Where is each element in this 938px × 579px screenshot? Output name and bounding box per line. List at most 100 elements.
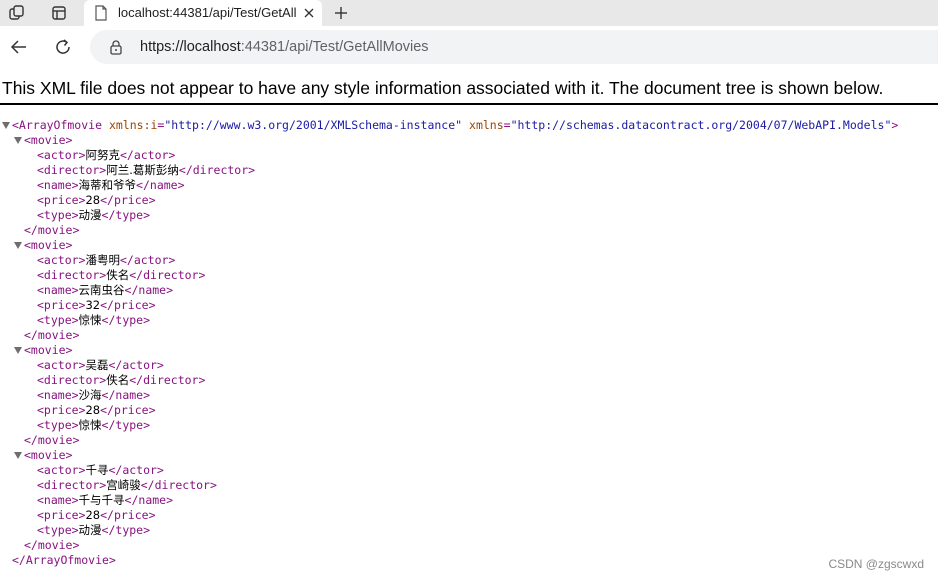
xml-field-value: 28 — [85, 403, 101, 417]
tab-actions-button[interactable] — [42, 0, 76, 26]
url-path: :44381/api/Test/GetAllMovies — [240, 39, 429, 55]
xml-field-value: 吴磊 — [85, 358, 109, 372]
new-tab-button[interactable] — [324, 0, 358, 26]
workspaces-button[interactable] — [0, 0, 34, 26]
xml-field-value: 28 — [85, 193, 101, 207]
xml-tag: <name> — [37, 493, 79, 507]
xml-tag: </type> — [101, 208, 151, 222]
address-bar[interactable]: https://localhost:44381/api/Test/GetAllM… — [90, 30, 938, 64]
xml-movie-open: <movie> — [0, 133, 938, 148]
xml-tag: </name> — [101, 388, 151, 402]
xml-tag: <price> — [37, 193, 86, 207]
xml-field-price: <price>28</price> — [0, 193, 938, 208]
xml-movie-close: </movie> — [0, 433, 938, 448]
xml-tag: <actor> — [37, 253, 86, 267]
xml-tag: <type> — [37, 523, 79, 537]
movie-collapse-triangle[interactable] — [14, 347, 22, 354]
xml-tag: </movie> — [24, 538, 80, 552]
root-collapse-triangle[interactable] — [2, 122, 10, 129]
xml-field-value: 32 — [85, 298, 101, 312]
xml-tag: <actor> — [37, 358, 86, 372]
xml-tag: <ArrayOfmovie — [12, 118, 103, 132]
xml-field-value: 云南虫谷 — [78, 283, 125, 297]
xml-movie-open: <movie> — [0, 343, 938, 358]
xml-tag: </price> — [100, 193, 156, 207]
xml-field-type: <type>动漫</type> — [0, 523, 938, 538]
xml-tag: </ArrayOfmovie> — [12, 553, 116, 567]
xml-field-name: <name>云南虫谷</name> — [0, 283, 938, 298]
xml-attr-name: xmlns:i — [108, 118, 158, 132]
xml-tag: </actor> — [108, 463, 164, 477]
xml-field-value: 佚名 — [106, 373, 130, 387]
xml-tag: </actor> — [108, 358, 164, 372]
page-icon — [95, 5, 107, 21]
xml-tag: </type> — [101, 313, 151, 327]
xml-attr-value: "http://www.w3.org/2001/XMLSchema-instan… — [164, 118, 463, 132]
xml-field-value: 惊悚 — [78, 313, 102, 327]
active-tab[interactable]: localhost:44381/api/Test/GetAllMovies — [84, 0, 322, 26]
xml-tag: </type> — [101, 523, 151, 537]
xml-movie-close: </movie> — [0, 538, 938, 553]
movie-collapse-triangle[interactable] — [14, 137, 22, 144]
xml-tag: <name> — [37, 178, 79, 192]
tab-actions-icon — [52, 6, 66, 20]
xml-tag: > — [891, 118, 899, 132]
xml-field-type: <type>惊悚</type> — [0, 313, 938, 328]
xml-field-type: <type>动漫</type> — [0, 208, 938, 223]
xml-root-open: <ArrayOfmovie xmlns:i = "http://www.w3.org… — [0, 118, 938, 133]
xml-field-name: <name>沙海</name> — [0, 388, 938, 403]
xml-field-director: <director>佚名</director> — [0, 373, 938, 388]
xml-tag: <type> — [37, 418, 79, 432]
url-text[interactable]: https://localhost:44381/api/Test/GetAllM… — [140, 38, 429, 56]
xml-field-price: <price>28</price> — [0, 508, 938, 523]
xml-style-notice: This XML file does not appear to have an… — [0, 75, 938, 105]
refresh-icon — [56, 39, 70, 54]
xml-field-value: 海蒂和爷爷 — [78, 178, 137, 192]
xml-movie-close: </movie> — [0, 328, 938, 343]
xml-tag: <movie> — [24, 343, 73, 357]
xml-tag: <name> — [37, 283, 79, 297]
xml-field-name: <name>海蒂和爷爷</name> — [0, 178, 938, 193]
back-button[interactable] — [3, 31, 35, 63]
xml-field-actor: <actor>潘粤明</actor> — [0, 253, 938, 268]
xml-tag: </director> — [129, 373, 206, 387]
xml-tag: <name> — [37, 388, 79, 402]
xml-movie-open: <movie> — [0, 448, 938, 463]
xml-tag: </type> — [101, 418, 151, 432]
movie-collapse-triangle[interactable] — [14, 452, 22, 459]
xml-field-value: 宫崎骏 — [106, 478, 141, 492]
xml-field-value: 动漫 — [78, 523, 102, 537]
refresh-button[interactable] — [47, 31, 79, 63]
xml-field-price: <price>28</price> — [0, 403, 938, 418]
xml-attr-value: "http://schemas.datacontract.org/2004/07… — [510, 118, 892, 132]
xml-tag: </movie> — [24, 433, 80, 447]
workspaces-icon — [9, 5, 24, 20]
xml-field-value: 佚名 — [106, 268, 130, 282]
xml-tag: <price> — [37, 508, 86, 522]
plus-icon — [335, 7, 347, 19]
xml-field-value: 阿努克 — [85, 148, 120, 162]
watermark: CSDN @zgscwxd — [828, 557, 924, 571]
tab-close-button[interactable] — [300, 4, 318, 22]
xml-tag: </name> — [124, 493, 174, 507]
xml-tag: <director> — [37, 163, 107, 177]
xml-tag: <price> — [37, 298, 86, 312]
xml-tag: </price> — [100, 508, 156, 522]
movie-collapse-triangle[interactable] — [14, 242, 22, 249]
xml-tag: </price> — [100, 403, 156, 417]
xml-tag: <actor> — [37, 463, 86, 477]
xml-field-value: 潘粤明 — [85, 253, 120, 267]
xml-tag: <type> — [37, 313, 79, 327]
tab-strip: localhost:44381/api/Test/GetAllMovies — [0, 0, 938, 26]
xml-field-value: 沙海 — [78, 388, 102, 402]
lock-icon[interactable] — [108, 39, 124, 55]
xml-tag: <director> — [37, 478, 107, 492]
xml-field-value: 千寻 — [85, 463, 109, 477]
browser-toolbar: https://localhost:44381/api/Test/GetAllM… — [0, 26, 938, 68]
xml-movie-close: </movie> — [0, 223, 938, 238]
xml-tag: </name> — [124, 283, 174, 297]
xml-field-value: 阿兰.葛斯彭纳 — [106, 163, 179, 177]
xml-tag: </price> — [100, 298, 156, 312]
xml-tag: </director> — [129, 268, 206, 282]
xml-tag: <director> — [37, 268, 107, 282]
